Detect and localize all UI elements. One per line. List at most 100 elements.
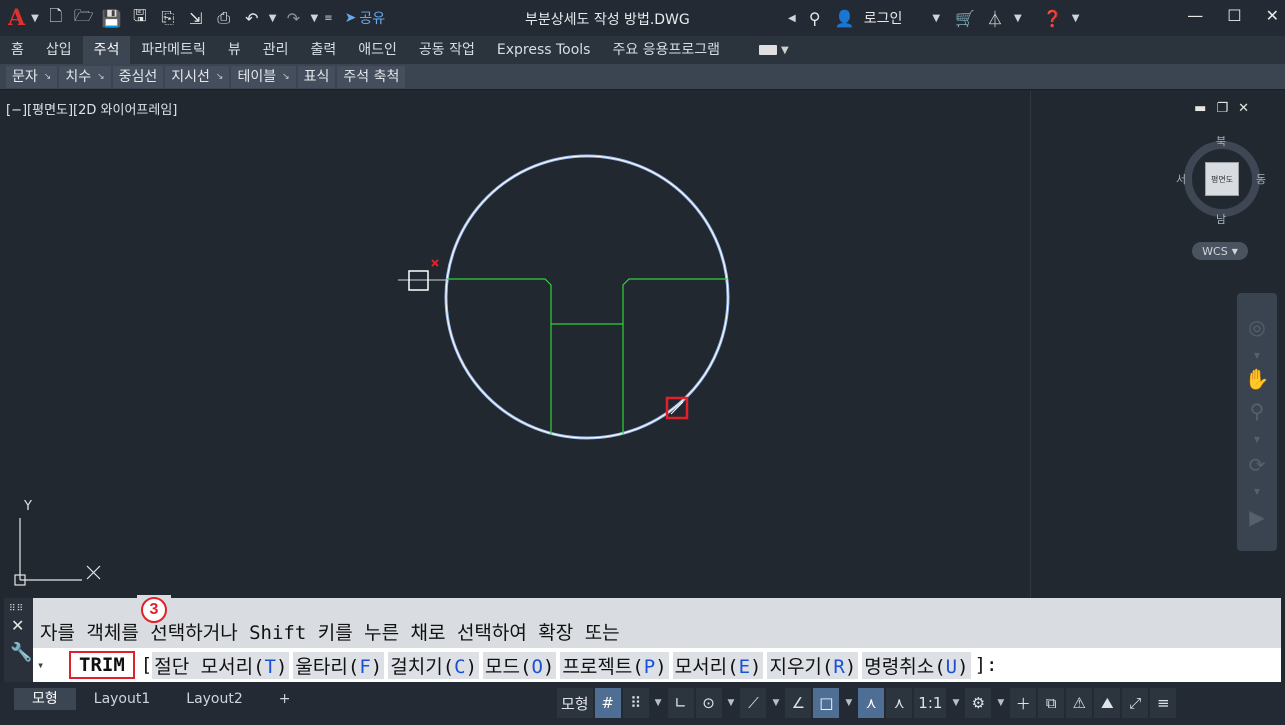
orbit-icon[interactable]: ⟳ [1245,453,1269,477]
zoom-extents-icon[interactable]: ⚲ [1245,399,1269,423]
command-window-close-icon[interactable]: ✕ [11,616,24,635]
panel-text[interactable]: 문자 ↘ [6,65,58,88]
plot-icon[interactable]: ⎙ [213,7,235,29]
orbit-dropdown-icon[interactable]: ▼ [1245,479,1269,503]
annotation-visibility-icon[interactable]: ⋏ [858,688,885,718]
option-mode[interactable]: 모드(O) [483,651,557,679]
panel-expand-icon[interactable]: ↘ [282,66,290,88]
tab-layout2[interactable]: Layout2 [168,688,261,710]
polar-tracking-icon[interactable]: ⊙ [695,688,722,718]
customize-toolbar-icon[interactable]: ≡ [324,13,332,24]
tab-home[interactable]: 홈 [0,36,35,64]
object-snap-tracking-icon[interactable]: ∠ [785,688,812,718]
viewcube[interactable]: 평면도 북 남 동 서 [1176,135,1266,226]
panel-expand-icon[interactable]: ↘ [216,66,224,88]
open-folder-icon[interactable]: 🗁 [73,6,95,29]
application-logo-icon[interactable]: A [8,5,25,31]
auto-scale-icon[interactable]: ⋏ [886,688,913,718]
option-edge[interactable]: 모서리(E) [672,651,764,679]
right-wall-line[interactable] [622,278,727,435]
tab-output[interactable]: 출력 [299,36,347,64]
save-to-web-icon[interactable]: ⇲ [185,7,207,29]
autodesk-app-icon[interactable]: ⏃ [984,7,1006,29]
zoom-dropdown-icon[interactable]: ▼ [1245,427,1269,451]
tab-featured-apps[interactable]: 주요 응용프로그램 [601,36,731,64]
command-window-grip-icon[interactable]: ⠿⠿ [9,604,24,614]
compass-east[interactable]: 동 [1256,171,1266,187]
quick-properties-icon[interactable]: ⚠ [1066,688,1093,718]
redo-icon[interactable]: ↷ [282,7,304,29]
option-fence[interactable]: 울타리(F) [293,651,385,679]
compass-south[interactable]: 남 [1216,211,1226,227]
maximize-icon[interactable]: ☐ [1227,6,1241,25]
grid-icon[interactable]: # [594,688,621,718]
tab-layout1[interactable]: Layout1 [76,688,169,710]
ribbon-display-toggle[interactable]: ▼ [758,42,797,58]
panel-expand-icon[interactable]: ↘ [97,66,105,88]
snap-mode-icon[interactable]: ⠿ [622,688,649,718]
detail-circle[interactable] [444,154,730,440]
tab-view[interactable]: 뷰 [217,36,252,64]
pan-icon[interactable]: ✋ [1245,367,1270,391]
option-cutting-edges[interactable]: 절단 모서리(T) [152,651,290,679]
customization-menu-icon[interactable]: ≡ [1150,688,1177,718]
showmotion-icon[interactable]: ▶ [1245,505,1269,529]
annotation-monitor-plus-icon[interactable]: ＋ [1010,688,1037,718]
viewcube-top-face[interactable]: 평면도 [1205,162,1239,196]
app-menu-chevron-icon[interactable]: ▼ [31,13,39,24]
annotation-scale-button[interactable]: 1:1 [914,688,947,718]
panel-leaders[interactable]: 지시선 ↘ [165,65,230,88]
share-button[interactable]: ➤ 공유 [345,8,386,28]
tab-express-tools[interactable]: Express Tools [486,36,602,64]
compass-west[interactable]: 서 [1176,171,1186,187]
command-recent-dropdown-icon[interactable]: ▾ [33,658,69,672]
undo-dropdown-icon[interactable]: ▼ [269,13,277,24]
polar-dropdown-icon[interactable]: ▼ [723,688,739,718]
search-collapse-icon[interactable]: ◀ [788,13,796,24]
isodraft-icon[interactable]: ⟋ [740,688,767,718]
redo-dropdown-icon[interactable]: ▼ [310,13,318,24]
isodraft-dropdown-icon[interactable]: ▼ [768,688,784,718]
tab-model[interactable]: 모형 [14,688,76,710]
compass-north[interactable]: 북 [1216,133,1226,149]
panel-annotation-scaling[interactable]: 주석 축척 [337,65,406,88]
option-erase[interactable]: 지우기(R) [767,651,859,679]
wcs-menu[interactable]: WCS ▼ [1192,242,1248,260]
tab-annotate[interactable]: 주석 [82,36,131,64]
drawing-viewport[interactable]: [−][평면도][2D 와이어프레임] ▬ ❐ ✕ Y 평면도 북 남 동 서 … [0,91,1285,598]
isolate-objects-icon[interactable]: ⛰ [1094,688,1121,718]
object-snap-icon[interactable]: □ [813,688,840,718]
undo-icon[interactable]: ↶ [241,7,263,29]
option-project[interactable]: 프로젝트(P) [560,651,669,679]
tab-parametric[interactable]: 파라메트릭 [130,36,216,64]
save-icon[interactable]: 💾 [101,7,123,29]
object-snap-dropdown-icon[interactable]: ▼ [841,688,857,718]
option-undo[interactable]: 명령취소(U) [862,651,971,679]
minimize-icon[interactable]: — [1187,6,1203,25]
app-dropdown-icon[interactable]: ▼ [1014,13,1022,24]
help-icon[interactable]: ❓ [1042,7,1064,29]
panel-tables[interactable]: 테이블 ↘ [231,65,296,88]
tab-insert[interactable]: 삽입 [35,36,83,64]
model-space-button[interactable]: 모형 [557,688,593,718]
drawing-canvas[interactable] [0,91,1285,598]
open-from-web-icon[interactable]: ⎘ [157,7,179,29]
search-icon[interactable]: ⚲ [804,7,826,29]
workspace-dropdown-icon[interactable]: ▼ [993,688,1009,718]
save-as-icon[interactable]: 🖫 [129,6,151,29]
units-icon[interactable]: ⧉ [1038,688,1065,718]
tab-manage[interactable]: 관리 [252,36,300,64]
tab-collaborate[interactable]: 공동 작업 [408,36,486,64]
add-layout-button[interactable]: + [261,688,309,710]
clean-screen-icon[interactable]: ⤢ [1122,688,1149,718]
panel-centerlines[interactable]: 중심선 [112,65,164,88]
panel-markup[interactable]: 표식 [297,65,336,88]
command-input-line[interactable]: ▾ TRIM [ 절단 모서리(T) 울타리(F) 걸치기(C) 모드(O) 프… [33,648,1281,682]
ortho-mode-icon[interactable]: ∟ [667,688,694,718]
help-dropdown-icon[interactable]: ▼ [1072,13,1080,24]
steering-wheel-icon[interactable]: ◎ [1245,315,1269,339]
panel-expand-icon[interactable]: ↘ [44,66,52,88]
new-file-icon[interactable]: 🗋 [45,6,67,29]
close-icon[interactable]: ✕ [1266,6,1279,25]
cart-icon[interactable]: 🛒 [954,7,976,29]
